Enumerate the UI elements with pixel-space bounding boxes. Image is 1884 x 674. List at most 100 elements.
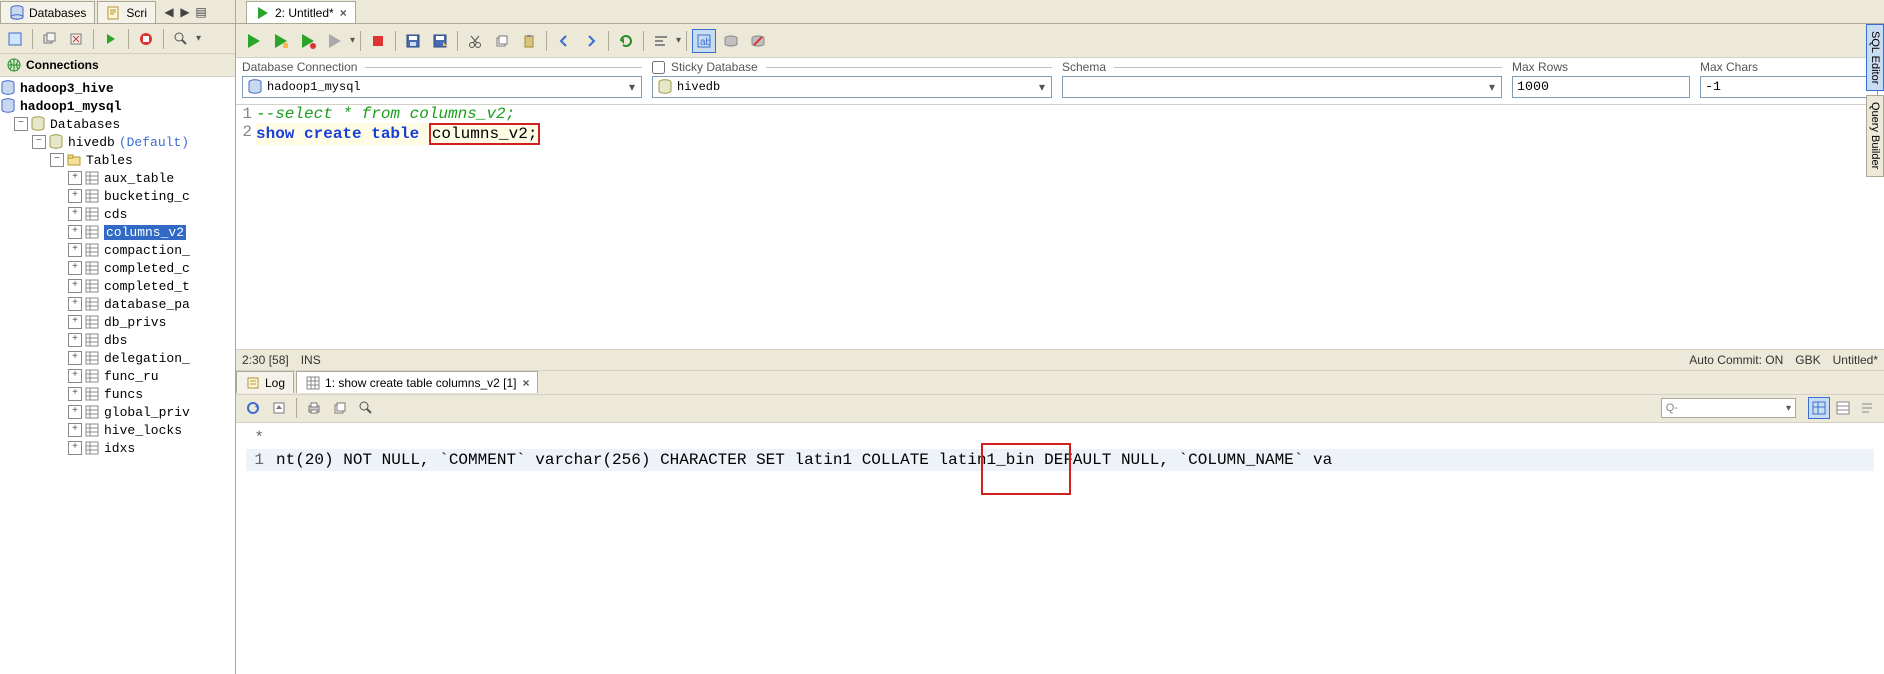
- connection-hadoop3[interactable]: hadoop3_hive: [0, 79, 235, 97]
- databases-node[interactable]: − Databases: [0, 115, 235, 133]
- copy-icon[interactable]: [490, 29, 514, 53]
- table-node[interactable]: +idxs: [0, 439, 235, 457]
- save-as-icon[interactable]: [428, 29, 452, 53]
- run-explain-icon[interactable]: [323, 29, 347, 53]
- table-node[interactable]: +compaction_: [0, 241, 235, 259]
- collapse-icon[interactable]: −: [14, 117, 28, 131]
- table-node[interactable]: +delegation_: [0, 349, 235, 367]
- tables-node[interactable]: − Tables: [0, 151, 235, 169]
- tab-nav-list[interactable]: ▤: [194, 5, 208, 19]
- table-node[interactable]: +completed_c: [0, 259, 235, 277]
- run-current-icon[interactable]: [269, 29, 293, 53]
- copy-result-icon[interactable]: [329, 397, 351, 419]
- table-node[interactable]: +completed_t: [0, 277, 235, 295]
- result-body[interactable]: * 1 nt(20) NOT NULL, `COMMENT` varchar(2…: [236, 423, 1884, 674]
- tab-scripts[interactable]: Scri: [97, 1, 156, 23]
- side-tab-query-builder[interactable]: Query Builder: [1866, 95, 1884, 176]
- db-connection-select[interactable]: hadoop1_mysql ▾: [242, 76, 642, 98]
- sql-editor[interactable]: 1 --select * from columns_v2; 2 show cre…: [236, 105, 1884, 349]
- dropdown-arrow-icon[interactable]: ▾: [350, 35, 355, 46]
- close-tab-icon[interactable]: ×: [340, 6, 347, 20]
- export-icon[interactable]: [268, 397, 290, 419]
- table-node[interactable]: +database_pa: [0, 295, 235, 313]
- refresh-icon[interactable]: [614, 29, 638, 53]
- expand-icon[interactable]: +: [68, 369, 82, 383]
- chevron-down-icon[interactable]: ▾: [1487, 80, 1497, 94]
- collapse-icon[interactable]: −: [50, 153, 64, 167]
- collapse-icon[interactable]: −: [32, 135, 46, 149]
- table-node[interactable]: +aux_table: [0, 169, 235, 187]
- table-node[interactable]: +bucketing_c: [0, 187, 235, 205]
- stop-icon[interactable]: [366, 29, 390, 53]
- tab-result-1[interactable]: 1: show create table columns_v2 [1] ×: [296, 371, 538, 393]
- paste-icon[interactable]: [517, 29, 541, 53]
- print-icon[interactable]: [303, 397, 325, 419]
- find-icon[interactable]: [355, 397, 377, 419]
- maxrows-input[interactable]: [1512, 76, 1690, 98]
- next-icon[interactable]: [579, 29, 603, 53]
- tab-nav-next[interactable]: ▶: [178, 5, 192, 19]
- search-input[interactable]: [1682, 401, 1782, 416]
- expand-icon[interactable]: +: [68, 315, 82, 329]
- prev-icon[interactable]: [552, 29, 576, 53]
- expand-icon[interactable]: +: [68, 333, 82, 347]
- format-icon[interactable]: [649, 29, 673, 53]
- autocomplete-icon[interactable]: ab: [692, 29, 716, 53]
- close-tab-icon[interactable]: ×: [522, 376, 529, 390]
- table-node[interactable]: +global_priv: [0, 403, 235, 421]
- rollback-icon[interactable]: [746, 29, 770, 53]
- expand-icon[interactable]: +: [68, 351, 82, 365]
- expand-icon[interactable]: +: [68, 441, 82, 455]
- expand-icon[interactable]: +: [68, 189, 82, 203]
- table-node[interactable]: +cds: [0, 205, 235, 223]
- run-script-icon[interactable]: [296, 29, 320, 53]
- table-node[interactable]: +dbs: [0, 331, 235, 349]
- editor-tab-2[interactable]: 2: Untitled* ×: [246, 1, 356, 23]
- chevron-down-icon[interactable]: ▾: [1037, 80, 1047, 94]
- remove-db-icon[interactable]: [65, 28, 87, 50]
- table-node[interactable]: +columns_v2: [0, 223, 235, 241]
- dropdown-arrow-icon[interactable]: ▾: [676, 35, 681, 46]
- tab-log[interactable]: Log: [236, 371, 294, 393]
- expand-icon[interactable]: +: [68, 261, 82, 275]
- refresh-result-icon[interactable]: [242, 397, 264, 419]
- run-icon[interactable]: [242, 29, 266, 53]
- expand-icon[interactable]: +: [68, 405, 82, 419]
- hivedb-node[interactable]: − hivedb (Default): [0, 133, 235, 151]
- cut-icon[interactable]: [463, 29, 487, 53]
- commit-icon[interactable]: [719, 29, 743, 53]
- connect-icon[interactable]: [4, 28, 26, 50]
- maxchars-input[interactable]: [1700, 76, 1878, 98]
- expand-icon[interactable]: +: [68, 423, 82, 437]
- sticky-checkbox[interactable]: [652, 61, 665, 74]
- run-left-icon[interactable]: [100, 28, 122, 50]
- tab-databases[interactable]: Databases: [0, 1, 95, 23]
- stop-icon[interactable]: [135, 28, 157, 50]
- table-node[interactable]: +db_privs: [0, 313, 235, 331]
- table-node[interactable]: +func_ru: [0, 367, 235, 385]
- table-node[interactable]: +funcs: [0, 385, 235, 403]
- expand-icon[interactable]: +: [68, 207, 82, 221]
- form-view-icon[interactable]: [1832, 397, 1854, 419]
- save-icon[interactable]: [401, 29, 425, 53]
- chevron-down-icon[interactable]: ▾: [627, 80, 637, 94]
- expand-icon[interactable]: +: [68, 279, 82, 293]
- tab-nav-prev[interactable]: ◀: [162, 5, 176, 19]
- expand-icon[interactable]: +: [68, 387, 82, 401]
- expand-icon[interactable]: +: [68, 225, 82, 239]
- schema-select[interactable]: ▾: [1062, 76, 1502, 98]
- connection-hadoop1[interactable]: hadoop1_mysql: [0, 97, 235, 115]
- grid-view-icon[interactable]: [1808, 397, 1830, 419]
- copy-db-icon[interactable]: [39, 28, 61, 50]
- expand-icon[interactable]: +: [68, 297, 82, 311]
- sticky-db-select[interactable]: hivedb ▾: [652, 76, 1052, 98]
- table-node[interactable]: +hive_locks: [0, 421, 235, 439]
- search-db-icon[interactable]: [170, 28, 192, 50]
- text-view-icon[interactable]: [1856, 397, 1878, 419]
- side-tab-sql-editor[interactable]: SQL Editor: [1866, 24, 1884, 91]
- dropdown-arrow-icon[interactable]: ▾: [196, 33, 201, 44]
- expand-icon[interactable]: +: [68, 243, 82, 257]
- expand-icon[interactable]: +: [68, 171, 82, 185]
- chevron-down-icon[interactable]: ▾: [1786, 403, 1791, 414]
- result-search[interactable]: Q- ▾: [1661, 398, 1796, 418]
